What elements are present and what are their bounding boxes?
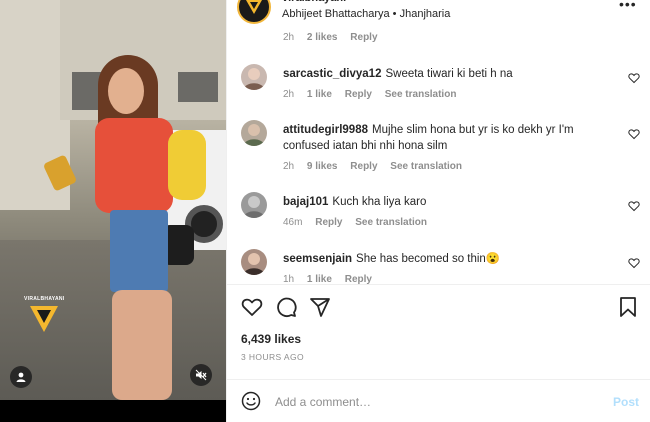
post-media[interactable]: VIRALBHAYANI xyxy=(0,0,226,422)
mute-button[interactable] xyxy=(190,364,212,386)
user-icon xyxy=(16,372,26,382)
comment-list[interactable]: 2h 2 likes Reply sarcastic_divya12 Sweeta… xyxy=(227,30,650,284)
comment-time: 2h xyxy=(283,32,295,43)
comment-meta: 46m Reply See translation xyxy=(283,217,427,228)
comment-username[interactable]: seemsenjain xyxy=(283,253,352,265)
watermark-logo: VIRALBHAYANI xyxy=(24,296,64,334)
comment-item: attitudegirl9988 Mujhe slim hona but yr i… xyxy=(227,120,650,176)
comment-time: 46m xyxy=(283,217,303,228)
brand-v-icon xyxy=(30,306,58,332)
post-side-panel: viralbhayani Abhijeet Bhattacharya • Jha… xyxy=(226,0,650,422)
comment-meta: 2h 9 likes Reply See translation xyxy=(283,161,462,172)
comment-item: seemsenjain She has becomed so thin😮 1h 1… xyxy=(227,249,650,284)
comment-reply-button[interactable]: Reply xyxy=(345,274,372,284)
emoji-icon[interactable] xyxy=(241,391,261,411)
post-actions-bar xyxy=(227,292,650,322)
like-count[interactable]: 6,439 likes xyxy=(241,332,301,346)
comment-likes[interactable]: 2 likes xyxy=(307,32,338,43)
comment-time: 1h xyxy=(283,274,295,284)
comment-likes[interactable]: 9 likes xyxy=(307,161,338,172)
comment-reply-button[interactable]: Reply xyxy=(350,32,377,43)
commenter-avatar[interactable] xyxy=(241,249,267,275)
like-heart-icon[interactable] xyxy=(241,296,263,318)
comment-item: bajaj101 Kuch kha liya karo 46m Reply See… xyxy=(227,192,650,232)
avatar-image xyxy=(243,196,265,218)
tagged-user-button[interactable] xyxy=(10,366,32,388)
see-translation-button[interactable]: See translation xyxy=(390,161,462,172)
add-comment-bar: Post xyxy=(227,379,650,422)
comment-time: 2h xyxy=(283,161,295,172)
commenter-avatar[interactable] xyxy=(241,192,267,218)
post-timestamp[interactable]: 3 HOURS AGO xyxy=(241,352,304,362)
commenter-avatar[interactable] xyxy=(241,120,267,146)
see-translation-button[interactable]: See translation xyxy=(355,217,427,228)
brand-v-icon xyxy=(246,0,262,14)
post-location[interactable]: Abhijeet Bhattacharya • Jhanjharia xyxy=(282,8,450,20)
see-translation-button[interactable]: See translation xyxy=(385,89,457,100)
post-comment-button[interactable]: Post xyxy=(613,395,639,409)
comment-reply-button[interactable]: Reply xyxy=(345,89,372,100)
avatar-image xyxy=(243,68,265,90)
like-comment-heart-icon[interactable] xyxy=(628,72,640,84)
like-comment-heart-icon[interactable] xyxy=(628,200,640,212)
post-header: viralbhayani Abhijeet Bhattacharya • Jha… xyxy=(227,0,650,30)
comment-likes[interactable]: 1 like xyxy=(307,89,332,100)
comment-bubble-icon[interactable] xyxy=(275,296,297,318)
avatar-image xyxy=(243,253,265,275)
post-photo xyxy=(0,0,226,400)
comment-item: sarcastic_divya12 Sweeta tiwari ki beti h… xyxy=(227,64,650,104)
avatar-image xyxy=(243,124,265,146)
comment-username[interactable]: sarcastic_divya12 xyxy=(283,68,381,80)
comment-time: 2h xyxy=(283,89,295,100)
comment-reply-button[interactable]: Reply xyxy=(315,217,342,228)
comment-meta: 2h 2 likes Reply xyxy=(283,32,378,43)
comment-text-block: sarcastic_divya12 Sweeta tiwari ki beti h… xyxy=(283,66,623,82)
more-options-icon[interactable]: ••• xyxy=(619,0,637,12)
comment-username[interactable]: bajaj101 xyxy=(283,196,328,208)
author-avatar[interactable] xyxy=(237,0,271,24)
comment-meta: 2h 1 like Reply See translation xyxy=(283,89,456,100)
commenter-avatar[interactable] xyxy=(241,64,267,90)
comment-text: She has becomed so thin😮 xyxy=(356,253,501,265)
share-send-icon[interactable] xyxy=(309,296,331,318)
comment-item: 2h 2 likes Reply xyxy=(227,30,650,46)
save-bookmark-icon[interactable] xyxy=(617,296,639,318)
comment-text: Sweeta tiwari ki beti h na xyxy=(385,68,513,80)
comment-reply-button[interactable]: Reply xyxy=(350,161,377,172)
comment-likes[interactable]: 1 like xyxy=(307,274,332,284)
like-comment-heart-icon[interactable] xyxy=(628,128,640,140)
section-divider xyxy=(227,284,650,285)
speaker-muted-icon xyxy=(195,369,207,381)
comment-username[interactable]: attitudegirl9988 xyxy=(283,124,368,136)
like-comment-heart-icon[interactable] xyxy=(628,257,640,269)
author-username[interactable]: viralbhayani xyxy=(282,0,346,4)
add-comment-input[interactable] xyxy=(275,393,575,411)
comment-meta: 1h 1 like Reply xyxy=(283,274,372,284)
watermark-text: VIRALBHAYANI xyxy=(24,296,65,302)
comment-text-block: bajaj101 Kuch kha liya karo xyxy=(283,194,623,210)
comment-text: Kuch kha liya karo xyxy=(332,196,427,208)
instagram-post-view: VIRALBHAYANI Abhijeet Bhattacharya • Jha… xyxy=(0,0,650,422)
comment-text-block: attitudegirl9988 Mujhe slim hona but yr i… xyxy=(283,122,623,154)
comment-text-block: seemsenjain She has becomed so thin😮 xyxy=(283,251,623,267)
